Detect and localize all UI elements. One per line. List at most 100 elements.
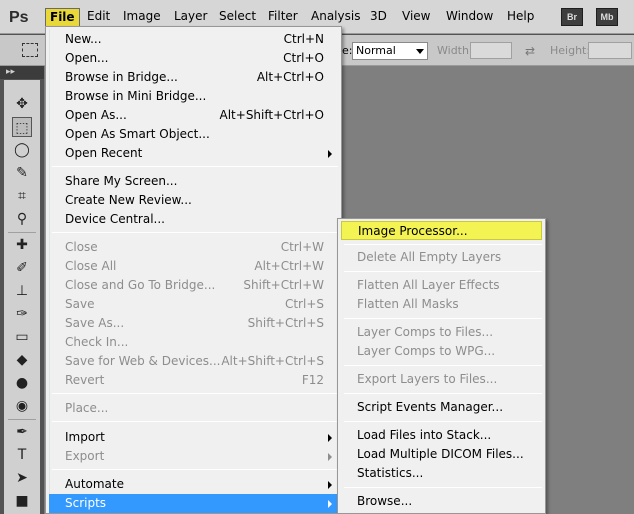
width-label: Width: <box>437 44 473 57</box>
menu-separator <box>344 271 542 272</box>
menu-help[interactable]: Help <box>503 8 538 27</box>
menu-layer[interactable]: Layer <box>170 8 211 27</box>
move-tool-icon[interactable]: ✥ <box>12 94 32 114</box>
rectangular-marquee-icon[interactable] <box>22 43 38 57</box>
menu-separator <box>344 393 542 394</box>
shape-tool-icon[interactable]: ■ <box>12 491 32 511</box>
pen-tool-icon[interactable]: ✒ <box>12 422 32 442</box>
menu-item-export: Export <box>49 447 338 466</box>
swap-icon[interactable]: ⇄ <box>525 44 535 58</box>
quick-select-tool-icon[interactable]: ✎ <box>12 163 32 183</box>
eraser-tool-icon[interactable]: ▭ <box>12 327 32 347</box>
menu-item-save-as: Save As... Shift+Ctrl+S <box>49 314 338 333</box>
style-select[interactable]: Normal <box>352 42 428 60</box>
menu-item-label: Open Recent <box>65 146 143 160</box>
menu-item-label: Browse in Bridge... <box>65 70 178 84</box>
menu-select[interactable]: Select <box>215 8 260 27</box>
tool-divider <box>8 419 36 420</box>
menu-item-image-processor[interactable]: Image Processor... <box>341 221 542 240</box>
menu-item-label: Script Events Manager... <box>357 400 504 414</box>
menu-item-label: Save for Web & Devices... <box>65 354 221 368</box>
menu-item-shortcut: Ctrl+N <box>283 32 324 46</box>
dodge-tool-icon[interactable]: ◉ <box>12 396 32 416</box>
menu-item-import[interactable]: Import <box>49 428 338 447</box>
blur-tool-icon[interactable]: ● <box>12 373 32 393</box>
width-field[interactable] <box>470 42 512 59</box>
menu-item-open[interactable]: Open... Ctrl+O <box>49 49 338 68</box>
menu-item-shortcut: Ctrl+S <box>284 297 324 311</box>
menu-item-close-and-go-to-bridge: Close and Go To Bridge... Shift+Ctrl+W <box>49 276 338 295</box>
healing-brush-tool-icon[interactable]: ✚ <box>12 235 32 255</box>
menu-item-label: Flatten All Masks <box>357 297 459 311</box>
menu-separator <box>52 469 338 470</box>
marquee-tool-icon[interactable]: ⬚ <box>12 117 32 137</box>
crop-tool-icon[interactable]: ⌗ <box>12 186 32 206</box>
menu-item-new[interactable]: New... Ctrl+N <box>49 30 338 49</box>
menu-item-shortcut: Ctrl+W <box>280 240 324 254</box>
menu-analysis[interactable]: Analysis <box>307 8 364 27</box>
menu-item-check-in: Check In... <box>49 333 338 352</box>
menu-view[interactable]: View <box>398 8 434 27</box>
menu-item-label: Browse... <box>357 494 413 508</box>
menu-separator <box>52 421 338 422</box>
menu-filter[interactable]: Filter <box>264 8 302 27</box>
menu-3d[interactable]: 3D <box>366 8 391 27</box>
history-brush-tool-icon[interactable]: ✑ <box>12 304 32 324</box>
height-field[interactable] <box>588 42 632 59</box>
paint-bucket-tool-icon[interactable]: ◆ <box>12 350 32 370</box>
menu-item-place: Place... <box>49 399 338 418</box>
menu-item-share-my-screen[interactable]: Share My Screen... <box>49 172 338 191</box>
submenu-arrow-icon <box>328 481 332 489</box>
menu-item-automate[interactable]: Automate <box>49 475 338 494</box>
menu-item-label: Close All <box>65 259 117 273</box>
menu-item-save: Save Ctrl+S <box>49 295 338 314</box>
menu-item-shortcut: Alt+Shift+Ctrl+O <box>219 108 324 122</box>
menu-file[interactable]: File <box>45 8 80 27</box>
brush-tool-icon[interactable]: ✐ <box>12 258 32 278</box>
menu-separator <box>344 244 542 245</box>
menu-item-label: Open As Smart Object... <box>65 127 210 141</box>
type-tool-icon[interactable]: T <box>12 445 32 465</box>
mini-bridge-button[interactable]: Mb <box>596 8 618 26</box>
menu-item-open-as-smart-object[interactable]: Open As Smart Object... <box>49 125 338 144</box>
menu-item-statistics[interactable]: Statistics... <box>341 464 542 483</box>
menu-item-script-events-manager[interactable]: Script Events Manager... <box>341 398 542 417</box>
toolbox-collapse-handle[interactable]: ▸▸ <box>0 66 44 79</box>
menu-item-scripts[interactable]: Scripts <box>49 494 338 513</box>
menu-item-label: Save <box>65 297 95 311</box>
menu-separator <box>344 487 542 488</box>
menu-image[interactable]: Image <box>119 8 165 27</box>
tool-divider <box>8 232 36 233</box>
eyedropper-tool-icon[interactable]: ⚲ <box>12 209 32 229</box>
menu-edit[interactable]: Edit <box>83 8 114 27</box>
menu-item-label: Create New Review... <box>65 193 192 207</box>
menu-item-open-recent[interactable]: Open Recent <box>49 144 338 163</box>
menu-item-browse[interactable]: Browse... <box>341 492 542 511</box>
menu-item-shortcut: Shift+Ctrl+S <box>247 316 324 330</box>
menu-item-create-new-review[interactable]: Create New Review... <box>49 191 338 210</box>
clone-stamp-tool-icon[interactable]: ⊥ <box>12 281 32 301</box>
menu-separator <box>52 166 338 167</box>
tool-column: ✥ ⬚ ◯ ✎ ⌗ ⚲ ✚ ✐ ⊥ ✑ ▭ ◆ ● ◉ ✒ T ➤ ■ <box>4 80 40 514</box>
menu-item-browse-in-mini-bridge[interactable]: Browse in Mini Bridge... <box>49 87 338 106</box>
menu-item-label: Share My Screen... <box>65 174 178 188</box>
menu-item-label: Export Layers to Files... <box>357 372 498 386</box>
menu-item-browse-in-bridge[interactable]: Browse in Bridge... Alt+Ctrl+O <box>49 68 338 87</box>
menu-item-label: Delete All Empty Layers <box>357 250 502 264</box>
menu-window[interactable]: Window <box>442 8 497 27</box>
menu-separator <box>344 318 542 319</box>
lasso-tool-icon[interactable]: ◯ <box>12 140 32 160</box>
menu-item-device-central[interactable]: Device Central... <box>49 210 338 229</box>
menu-item-open-as[interactable]: Open As... Alt+Shift+Ctrl+O <box>49 106 338 125</box>
menu-item-load-files-into-stack[interactable]: Load Files into Stack... <box>341 426 542 445</box>
menu-item-load-multiple-dicom-files[interactable]: Load Multiple DICOM Files... <box>341 445 542 464</box>
menu-item-label: Place... <box>65 401 109 415</box>
submenu-arrow-icon <box>328 500 332 508</box>
chevron-down-icon <box>416 49 424 54</box>
menu-separator <box>344 421 542 422</box>
menu-item-save-for-web: Save for Web & Devices... Alt+Shift+Ctrl+… <box>49 352 338 371</box>
scripts-submenu: Image Processor... Delete All Empty Laye… <box>337 218 546 514</box>
menu-item-label: Open... <box>65 51 109 65</box>
bridge-button[interactable]: Br <box>561 8 583 26</box>
path-selection-tool-icon[interactable]: ➤ <box>12 468 32 488</box>
